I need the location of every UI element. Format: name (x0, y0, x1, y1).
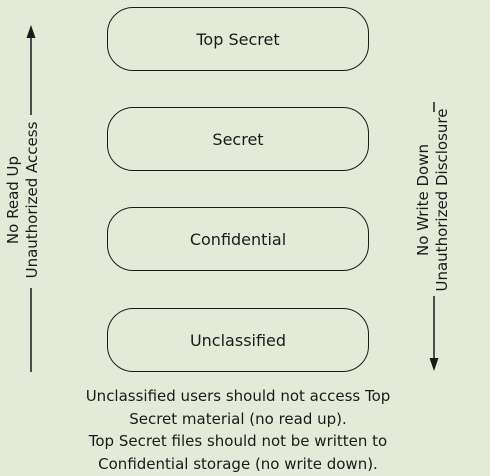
write-down-rule: No Write Down (414, 143, 432, 257)
caption-line-3: Top Secret files should not be written t… (88, 432, 388, 450)
level-label: Secret (212, 129, 264, 149)
level-label: Unclassified (189, 330, 287, 350)
level-confidential: Confidential (107, 207, 369, 271)
read-up-label: No Read Up Unauthorized Access (4, 122, 42, 279)
level-label: Top Secret (196, 29, 280, 49)
caption-line-4: Confidential storage (no write down). (98, 454, 378, 473)
level-unclassified: Unclassified (107, 308, 369, 372)
write-down-label: No Write Down Unauthorized Disclosure (414, 109, 452, 292)
caption: Unclassified users should not access Top… (0, 385, 476, 475)
level-label: Confidential (189, 229, 287, 249)
read-up-rule: No Read Up (4, 155, 22, 245)
level-top-secret: Top Secret (107, 7, 369, 71)
level-secret: Secret (107, 107, 369, 171)
read-up-description: Unauthorized Access (23, 121, 41, 279)
caption-line-2: Secret material (no read up). (129, 409, 347, 428)
caption-line-1: Unclassified users should not access Top (85, 387, 391, 405)
write-down-description: Unauthorized Disclosure (433, 108, 451, 292)
